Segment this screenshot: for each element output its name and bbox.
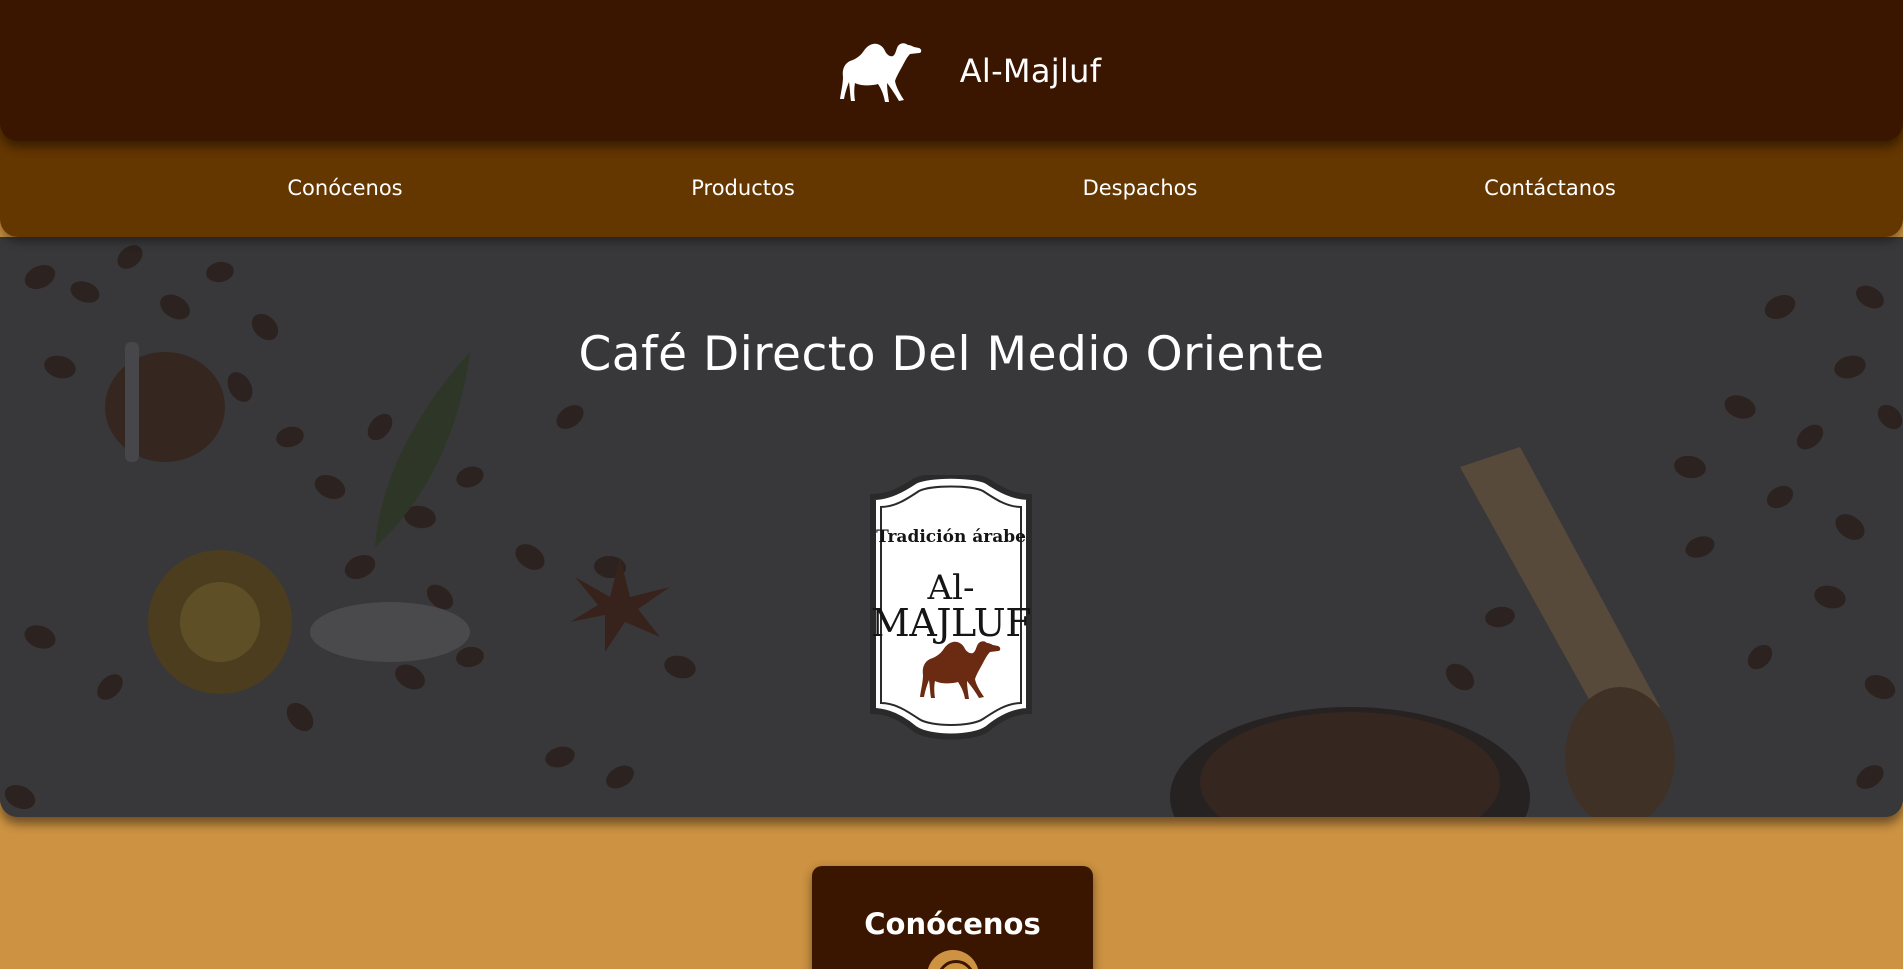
brand-badge-logo: Tradición árabe Al- MAJLUF (859, 475, 1043, 747)
hero-banner: Café Directo Del Medio Oriente Tradición… (0, 237, 1903, 817)
camel-icon (839, 42, 921, 102)
brand-name: Al-Majluf (959, 51, 1102, 90)
badge-line-2: MAJLUF (870, 601, 1032, 645)
site-header: Al-Majluf (0, 0, 1903, 141)
hero-title: Café Directo Del Medio Oriente (578, 327, 1325, 382)
nav-item-productos[interactable]: Productos (691, 176, 795, 200)
section-title: Conócenos (864, 907, 1041, 941)
brand[interactable]: Al-Majluf (838, 37, 1102, 105)
section-circle-icon (927, 950, 979, 969)
nav-item-conocenos[interactable]: Conócenos (287, 176, 402, 200)
about-section-card: Conócenos (812, 866, 1093, 969)
nav-item-despachos[interactable]: Despachos (1083, 176, 1198, 200)
nav-item-contactanos[interactable]: Contáctanos (1484, 176, 1616, 200)
badge-tagline: Tradición árabe (876, 527, 1026, 547)
